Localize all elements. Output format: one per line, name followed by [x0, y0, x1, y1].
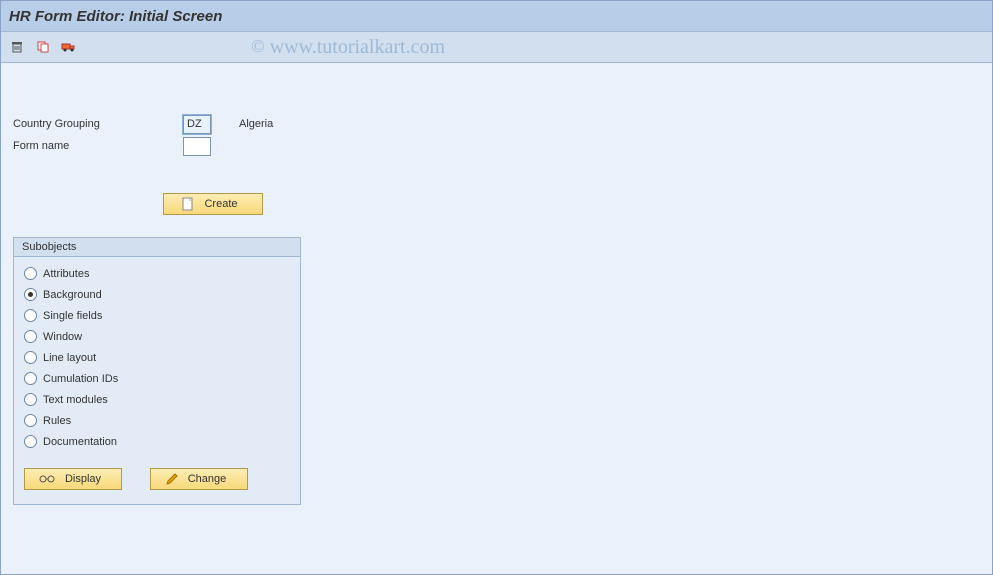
- radio-input[interactable]: [24, 393, 37, 406]
- radio-item-window[interactable]: Window: [24, 326, 290, 347]
- radio-input[interactable]: [24, 435, 37, 448]
- title-bar: HR Form Editor: Initial Screen: [1, 1, 992, 31]
- glasses-icon: [39, 474, 55, 484]
- radio-label: Cumulation IDs: [43, 373, 118, 385]
- radio-item-text-modules[interactable]: Text modules: [24, 389, 290, 410]
- copy-icon: [36, 40, 50, 54]
- radio-input[interactable]: [24, 288, 37, 301]
- country-grouping-label: Country Grouping: [13, 118, 183, 130]
- new-document-icon: [182, 197, 194, 211]
- radio-item-cumulation-ids[interactable]: Cumulation IDs: [24, 368, 290, 389]
- radio-label: Background: [43, 289, 102, 301]
- radio-label: Window: [43, 331, 82, 343]
- radio-input[interactable]: [24, 309, 37, 322]
- radio-label: Documentation: [43, 436, 117, 448]
- change-button-label: Change: [188, 473, 227, 485]
- display-button-label: Display: [65, 473, 101, 485]
- form-name-label: Form name: [13, 140, 183, 152]
- radio-label: Line layout: [43, 352, 96, 364]
- country-grouping-desc: Algeria: [239, 118, 273, 130]
- radio-label: Attributes: [43, 268, 89, 280]
- toolbar: [1, 31, 992, 63]
- country-grouping-input[interactable]: [183, 115, 211, 134]
- copy-button[interactable]: [33, 37, 53, 57]
- create-button[interactable]: Create: [163, 193, 263, 215]
- radio-label: Rules: [43, 415, 71, 427]
- radio-label: Single fields: [43, 310, 102, 322]
- page-title: HR Form Editor: Initial Screen: [9, 8, 222, 25]
- subobjects-panel: Subobjects Attributes Background Single fi…: [13, 237, 301, 505]
- trash-icon: [10, 40, 24, 54]
- radio-item-rules[interactable]: Rules: [24, 410, 290, 431]
- radio-label: Text modules: [43, 394, 108, 406]
- truck-icon: [61, 40, 77, 54]
- radio-input[interactable]: [24, 372, 37, 385]
- panel-title: Subobjects: [14, 238, 300, 257]
- pencil-icon: [166, 473, 178, 485]
- radio-input[interactable]: [24, 351, 37, 364]
- radio-item-line-layout[interactable]: Line layout: [24, 347, 290, 368]
- radio-item-single-fields[interactable]: Single fields: [24, 305, 290, 326]
- radio-item-background[interactable]: Background: [24, 284, 290, 305]
- delete-button[interactable]: [7, 37, 27, 57]
- form-name-input[interactable]: [183, 137, 211, 156]
- radio-input[interactable]: [24, 330, 37, 343]
- transport-button[interactable]: [59, 37, 79, 57]
- radio-input[interactable]: [24, 267, 37, 280]
- radio-input[interactable]: [24, 414, 37, 427]
- display-button[interactable]: Display: [24, 468, 122, 490]
- watermark: © www.tutorialkart.com: [251, 36, 445, 59]
- change-button[interactable]: Change: [150, 468, 248, 490]
- radio-item-documentation[interactable]: Documentation: [24, 431, 290, 452]
- create-button-label: Create: [204, 198, 237, 210]
- radio-item-attributes[interactable]: Attributes: [24, 263, 290, 284]
